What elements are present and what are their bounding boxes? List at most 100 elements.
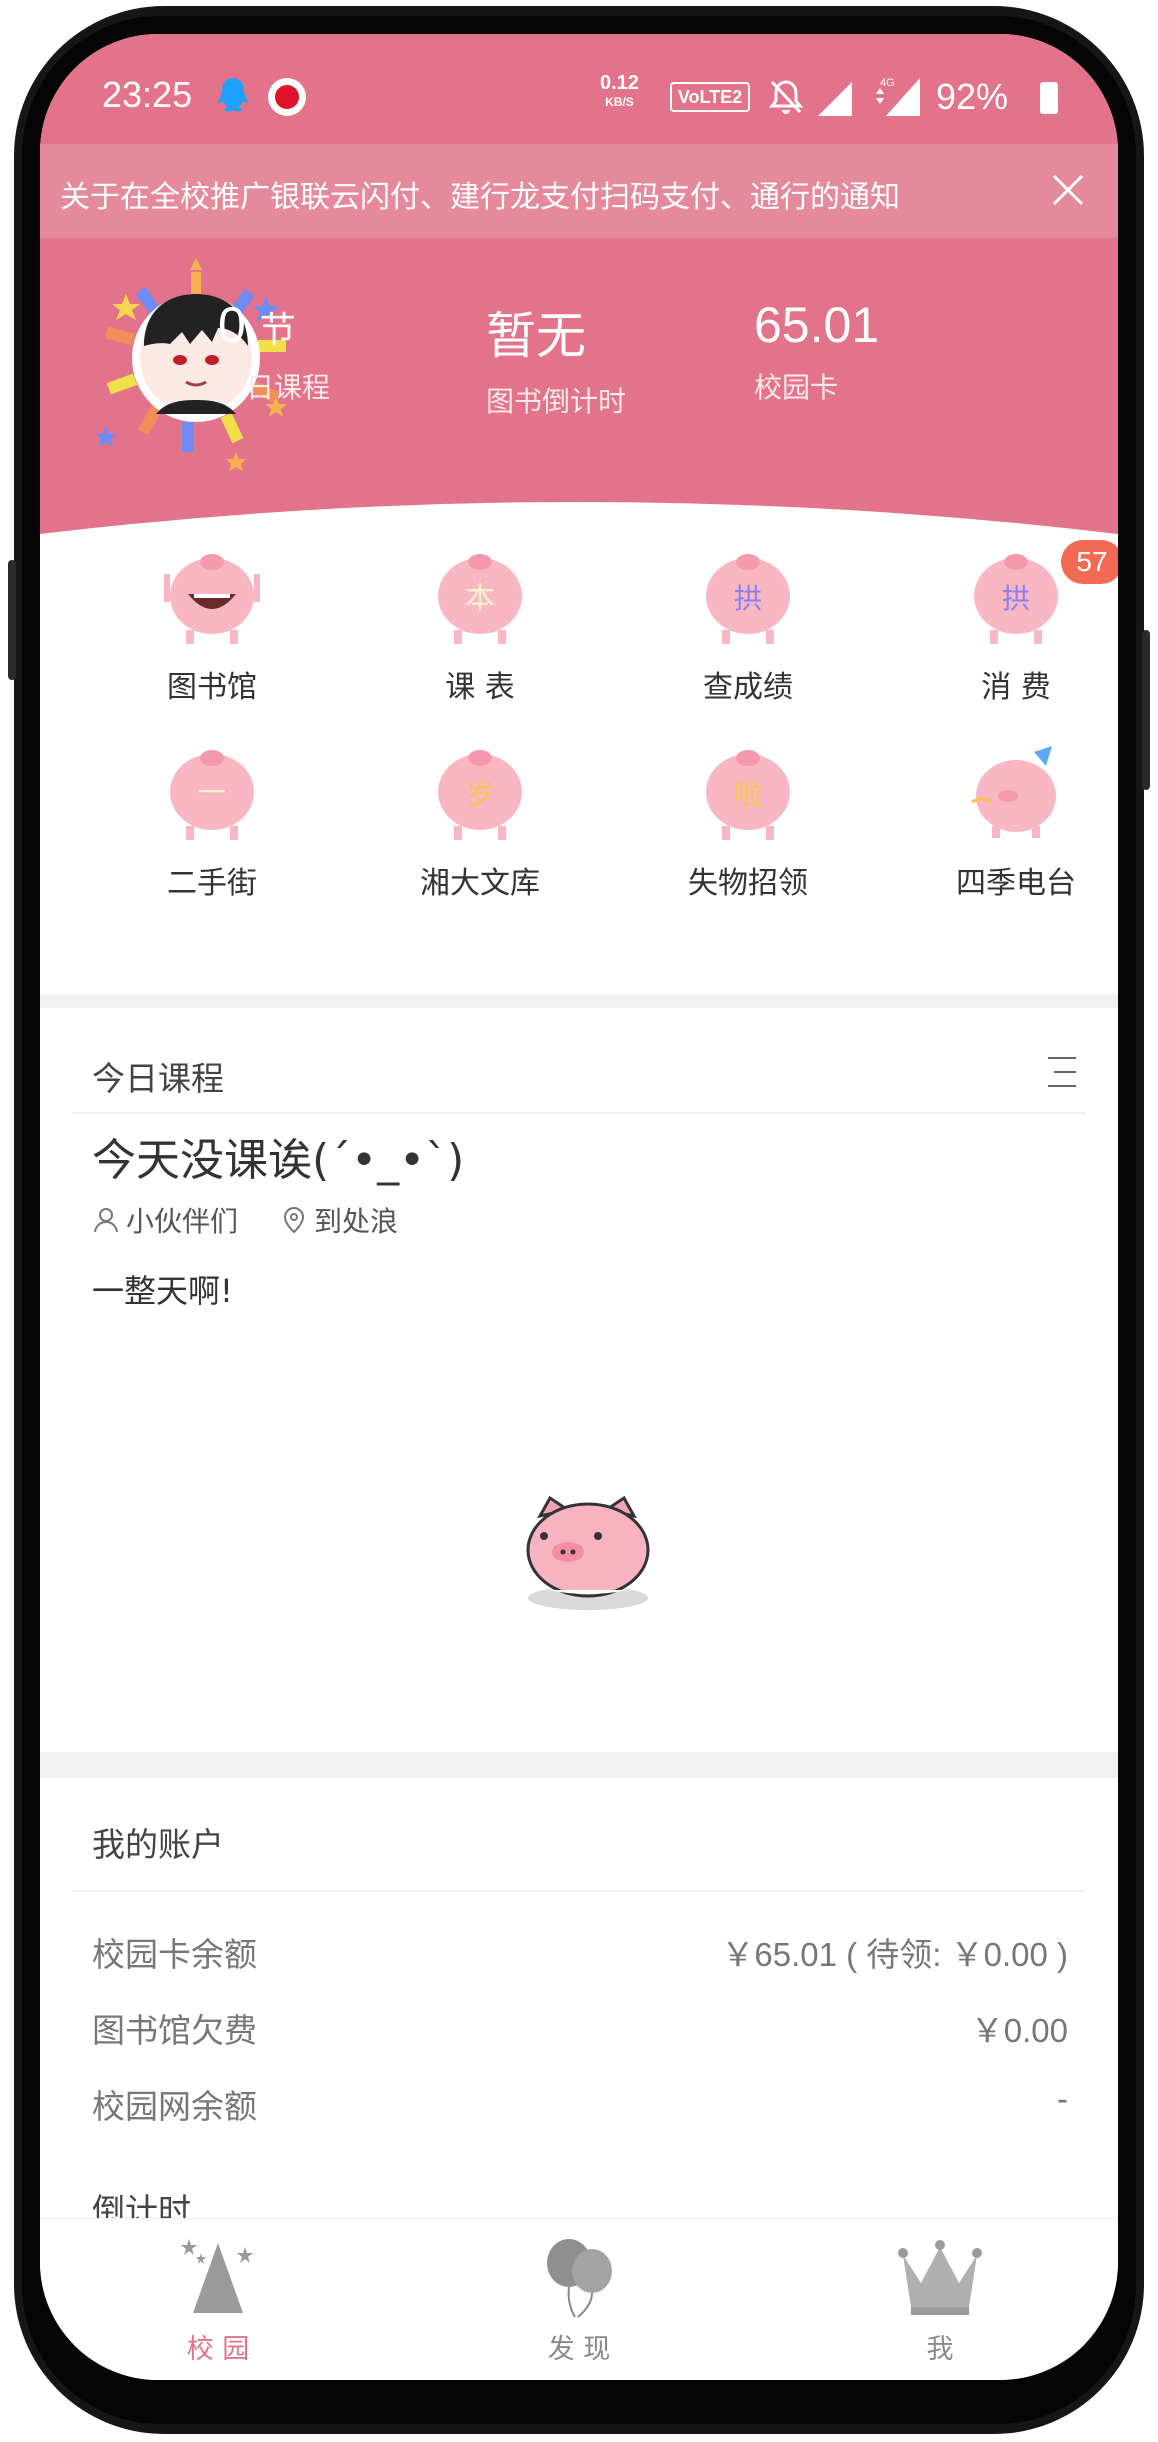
status-bar: 23:25 0.12 KB/S VoLTE2 4G 92% (40, 34, 1118, 138)
menu-icon[interactable] (1044, 1054, 1080, 1090)
course-who-text: 小伙伴们 (126, 1205, 239, 1238)
account-row-library-fee[interactable]: 图书馆欠费 ￥0.00 (92, 2004, 1068, 2050)
grid-item-spending[interactable]: 拱 57 消 费 (916, 540, 1118, 714)
divider (72, 1890, 1086, 1892)
stat-unit: 节 (259, 309, 296, 350)
tab-discover[interactable]: 发 现 (479, 2219, 679, 2380)
account-row-campus-card[interactable]: 校园卡余额 ￥65.01 ( 待领: ￥0.00 ) (92, 1928, 1068, 1974)
today-course-card: 今日课程 今天没课诶(´•_•`) 小伙伴们 到处浪 一整天啊! (40, 1008, 1118, 1752)
close-icon[interactable] (1048, 170, 1088, 210)
location-pin-icon (283, 1206, 305, 1234)
pig-radio-icon (971, 746, 1056, 838)
notice-banner[interactable]: 关于在全校推广银联云闪付、建行龙支付扫码支付、通行的通知 (40, 144, 1118, 238)
volume-button (8, 560, 16, 680)
grid-item-lostfound[interactable]: 啦 失物招领 (648, 740, 848, 910)
stat-value: 0 (218, 297, 246, 353)
bell-muted-icon (768, 80, 804, 114)
grid-item-label: 湘大文库 (420, 866, 540, 901)
pig-text: 啦 (734, 778, 762, 811)
notice-text[interactable]: 关于在全校推广银联云闪付、建行龙支付扫码支付、通行的通知 (60, 172, 900, 216)
status-time: 23:25 (102, 74, 193, 115)
pig-grades-icon: 拱 (706, 554, 790, 644)
course-where: 到处浪 (280, 1200, 398, 1240)
power-button (1142, 630, 1150, 790)
signal-icon (818, 82, 852, 116)
stat-label: 今日课程 (218, 371, 331, 404)
notification-badge: 57 (1061, 540, 1118, 584)
net-speed: 0.12 KB/S (600, 72, 639, 112)
stat-value: 暂无 (486, 308, 586, 364)
grid-item-library[interactable]: 图书馆 (112, 544, 312, 714)
account-value: - (1057, 2080, 1068, 2117)
signal-4g-icon: 4G (876, 77, 920, 116)
tab-campus[interactable]: 校 园 (118, 2219, 318, 2380)
header: 23:25 0.12 KB/S VoLTE2 4G 92% 关于在全校推广银联云… (40, 34, 1118, 534)
account-label: 图书馆欠费 (92, 2011, 257, 2050)
net-speed-value: 0.12 (600, 72, 639, 94)
pig-text: 拱 (734, 582, 762, 615)
pig-mascot-icon (526, 1495, 650, 1610)
stat-label: 图书倒计时 (486, 385, 627, 418)
pig-secondhand-icon: 一 (170, 750, 254, 840)
pig-docs-icon: 岁 (438, 750, 522, 840)
crown-icon (898, 2240, 982, 2315)
course-where-text: 到处浪 (314, 1205, 399, 1238)
stat-label: 校园卡 (754, 371, 839, 404)
tab-me[interactable]: 我 (840, 2219, 1040, 2380)
grid-item-label: 消 费 (981, 670, 1051, 705)
balloons-icon (547, 2239, 612, 2318)
grid-item-label: 图书馆 (167, 670, 257, 705)
stat-campus-card[interactable]: 65.01 校园卡 (754, 296, 879, 406)
section-title: 我的账户 (92, 1825, 224, 1864)
pig-lostfound-icon: 啦 (706, 750, 790, 840)
grid-item-schedule[interactable]: 本 课 表 (380, 544, 580, 714)
pig-text: 本 (465, 581, 495, 616)
bottom-tab-bar: 校 园 发 现 我 (40, 2218, 1118, 2380)
feature-grid: 图书馆 本 课 表 拱 查成绩 拱 57 消 费 一 二手街 岁 湘大文库 啦 … (40, 534, 1118, 1452)
grid-item-docs[interactable]: 岁 湘大文库 (380, 740, 580, 910)
party-hat-icon (181, 2239, 253, 2313)
pig-schedule-icon: 本 (438, 554, 522, 644)
stat-today-courses[interactable]: 0 节 今日课程 (218, 296, 330, 406)
pig-text: 拱 (1002, 582, 1030, 615)
countdown-card (40, 2164, 1118, 2224)
tab-label: 校 园 (186, 2334, 250, 2365)
grid-item-grades[interactable]: 拱 查成绩 (648, 544, 848, 714)
pig-library-icon (164, 554, 260, 644)
section-title: 今日课程 (92, 1059, 224, 1098)
pig-text: 岁 (466, 778, 494, 811)
account-label: 校园网余额 (92, 2087, 257, 2126)
network-type: 4G (880, 77, 895, 89)
grid-item-label: 四季电台 (956, 866, 1076, 901)
account-row-network-balance[interactable]: 校园网余额 - (92, 2080, 1068, 2126)
grid-item-radio[interactable]: 四季电台 (916, 740, 1116, 910)
person-icon (94, 1208, 118, 1233)
divider (72, 1112, 1086, 1114)
grid-item-label: 失物招领 (688, 866, 808, 901)
course-message: 今天没课诶(´•_•`) (92, 1135, 465, 1186)
grid-item-label: 课 表 (445, 670, 515, 705)
grid-item-label: 查成绩 (703, 670, 793, 705)
pig-spending-icon: 拱 (974, 554, 1058, 644)
account-value: ￥65.01 ( 待领: ￥0.00 ) (721, 1936, 1068, 1973)
account-value: ￥0.00 (970, 2012, 1068, 2049)
grid-item-secondhand[interactable]: 一 二手街 (112, 740, 312, 910)
stat-library-countdown[interactable]: 暂无 图书倒计时 (486, 296, 626, 420)
app-screen: 23:25 0.12 KB/S VoLTE2 4G 92% 关于在全校推广银联云… (40, 34, 1118, 2380)
qq-icon (218, 78, 248, 112)
battery-percent: 92% (936, 76, 1009, 117)
course-desc: 一整天啊! (92, 1272, 233, 1310)
pig-text: 一 (198, 776, 226, 809)
phone-frame: 23:25 0.12 KB/S VoLTE2 4G 92% 关于在全校推广银联云… (0, 0, 1158, 2442)
tab-label: 发 现 (547, 2334, 611, 2365)
tab-label: 我 (926, 2334, 954, 2365)
netease-music-icon (268, 78, 306, 116)
account-card: 我的账户 校园卡余额 ￥65.01 ( 待领: ￥0.00 ) 图书馆欠费 ￥0… (40, 1778, 1118, 2164)
volte-badge: VoLTE2 (670, 82, 750, 112)
stat-value: 65.01 (754, 297, 880, 353)
account-label: 校园卡余额 (92, 1935, 257, 1974)
course-who: 小伙伴们 (92, 1200, 238, 1240)
grid-item-label: 二手街 (167, 866, 257, 901)
battery-icon (1040, 82, 1058, 114)
net-speed-unit: KB/S (605, 95, 634, 109)
